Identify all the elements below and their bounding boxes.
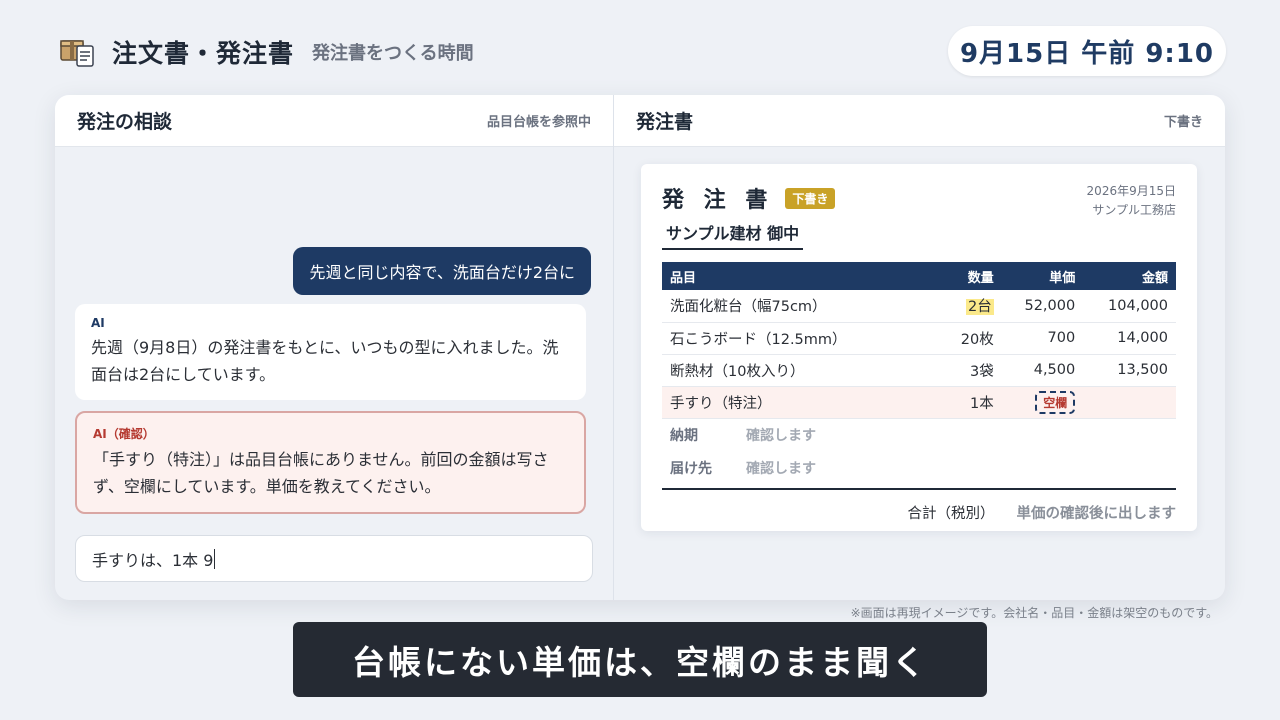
- chat-pane-status: 品目台帳を参照中: [486, 115, 591, 130]
- ai-confirm-message: AI（確認） 「手すり（特注）」は品目台帳にありません。前回の金額は写さず、空欄…: [75, 411, 586, 514]
- chat-pane-header: 発注の相談 品目台帳を参照中: [55, 95, 613, 147]
- column-header-amount: 金額: [1083, 262, 1176, 290]
- destination-label: 届け先: [670, 461, 712, 477]
- chat-input[interactable]: 手すりは、1本 9: [75, 535, 593, 582]
- cell-qty: 1本: [942, 386, 1002, 419]
- delivery-row: 納期 確認します: [662, 419, 1176, 452]
- recipient: サンプル建材 御中: [662, 220, 804, 250]
- document-pane-header: 発注書 下書き: [614, 95, 1225, 147]
- table-row: 断熱材（10枚入り） 3袋 4,500 13,500: [662, 354, 1176, 387]
- cell-price: 4,500: [1001, 354, 1084, 387]
- items-table: 品目 数量 単価 金額 洗面化粧台（幅75cm） 2台 52,000 104,0…: [662, 262, 1176, 419]
- cell-price: 52,000: [1001, 290, 1084, 323]
- cell-amount: 14,000: [1083, 322, 1176, 355]
- document-issuer: サンプル工務店: [1092, 203, 1176, 217]
- document-pane-status: 下書き: [1163, 115, 1203, 130]
- document-pane: 発注書 下書き 発 注 書 下書き サンプル建材 御中 2026年9月15日 サ…: [614, 95, 1225, 600]
- purchase-order-title: 発 注 書: [662, 188, 774, 213]
- cell-item: 洗面化粧台（幅75cm）: [662, 290, 942, 323]
- chat-pane: 発注の相談 品目台帳を参照中 先週と同じ内容で、洗面台だけ2台に AI 先週（9…: [55, 95, 614, 600]
- clock: 9月15日 午前 9:10: [948, 26, 1226, 76]
- table-row: 洗面化粧台（幅75cm） 2台 52,000 104,000: [662, 290, 1176, 323]
- app-title: 注文書・発注書: [112, 39, 295, 68]
- ai-message-text: 先週（9月8日）の発注書をもとに、いつもの型に入れました。洗面台は2台にしていま…: [91, 338, 559, 384]
- disclaimer: ※画面は再現イメージです。会社名・品目・金額は架空のものです。: [850, 606, 1218, 620]
- total-label: 合計（税別）: [907, 506, 995, 522]
- cell-amount: 13,500: [1083, 354, 1176, 387]
- total-value: 単価の確認後に出します: [1016, 506, 1177, 522]
- table-header-row: 品目 数量 単価 金額: [662, 262, 1176, 290]
- main-panel: 発注の相談 品目台帳を参照中 先週と同じ内容で、洗面台だけ2台に AI 先週（9…: [55, 95, 1225, 600]
- ai-confirm-tag: AI（確認）: [93, 427, 155, 441]
- ai-message: AI 先週（9月8日）の発注書をもとに、いつもの型に入れました。洗面台は2台にし…: [75, 304, 586, 400]
- destination-row: 届け先 確認します: [662, 452, 1176, 485]
- box-document-icon: [58, 32, 98, 72]
- cell-amount: 104,000: [1083, 290, 1176, 323]
- cell-item: 断熱材（10枚入り）: [662, 354, 942, 387]
- cell-qty: 2台: [942, 290, 1002, 323]
- column-header-price: 単価: [1001, 262, 1084, 290]
- cell-item: 手すり（特注）: [662, 386, 942, 419]
- table-row: 石こうボード（12.5mm） 20枚 700 14,000: [662, 322, 1176, 355]
- ai-message-tag: AI: [91, 316, 105, 330]
- caption: 台帳にない単価は、空欄のまま聞く: [293, 622, 987, 697]
- document-meta: 2026年9月15日 サンプル工務店: [1087, 182, 1176, 250]
- text-caret: [214, 548, 216, 569]
- destination-value: 確認します: [746, 461, 816, 477]
- changed-qty-highlight: 2台: [966, 299, 994, 316]
- cell-item: 石こうボード（12.5mm）: [662, 322, 942, 355]
- column-header-item: 品目: [662, 262, 942, 290]
- purchase-order-card: 発 注 書 下書き サンプル建材 御中 2026年9月15日 サンプル工務店 品…: [641, 164, 1197, 531]
- ai-confirm-text: 「手すり（特注）」は品目台帳にありません。前回の金額は写さず、空欄にしています。…: [93, 450, 549, 496]
- delivery-value: 確認します: [746, 428, 816, 444]
- blank-price-chip[interactable]: 空欄: [1035, 390, 1076, 414]
- user-message: 先週と同じ内容で、洗面台だけ2台に: [293, 247, 591, 295]
- cell-amount: [1083, 386, 1176, 419]
- cell-price: 700: [1001, 322, 1084, 355]
- document-date: 2026年9月15日: [1086, 184, 1176, 198]
- delivery-label: 納期: [670, 428, 698, 444]
- app-subtitle: 発注書をつくる時間: [312, 43, 474, 64]
- table-row-unlisted: 手すり（特注） 1本 空欄: [662, 386, 1176, 419]
- chat-pane-title: 発注の相談: [77, 111, 173, 133]
- cell-qty: 20枚: [942, 322, 1002, 355]
- chat-input-value: 手すりは、1本 9: [92, 550, 214, 570]
- app-header: 注文書・発注書 発注書をつくる時間: [58, 30, 474, 74]
- document-pane-title: 発注書: [636, 111, 694, 133]
- cell-qty: 3袋: [942, 354, 1002, 387]
- draft-badge: 下書き: [785, 187, 836, 209]
- cell-price: 空欄: [1001, 386, 1084, 419]
- total-row: 合計（税別） 単価の確認後に出します: [662, 490, 1177, 536]
- column-header-qty: 数量: [942, 262, 1002, 290]
